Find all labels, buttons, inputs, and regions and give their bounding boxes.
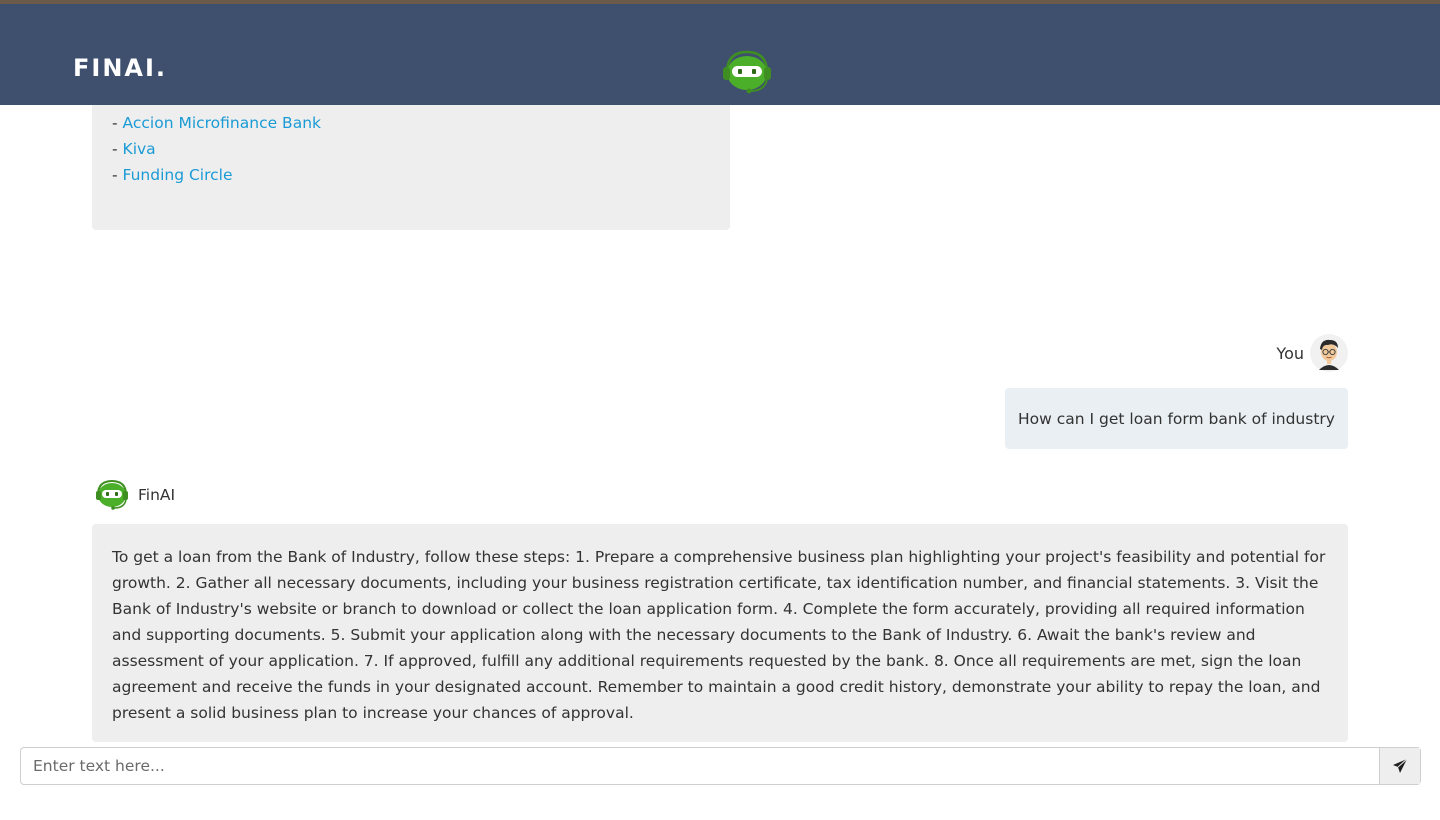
message-input-bar — [20, 747, 1421, 785]
link-funding-circle[interactable]: Funding Circle — [123, 166, 233, 184]
list-item: - Funding Circle — [112, 166, 233, 184]
bot-message: To get a loan from the Bank of Industry,… — [92, 524, 1348, 742]
list-item: - Accion Microfinance Bank — [112, 114, 321, 132]
brand-logo[interactable]: FINAI. — [73, 54, 167, 82]
message-input[interactable] — [21, 748, 1379, 784]
robot-headset-icon — [723, 50, 771, 94]
paper-plane-icon — [1393, 758, 1408, 773]
bot-message-header: FinAI — [92, 478, 175, 512]
bot-name: FinAI — [138, 486, 176, 504]
link-accion[interactable]: Accion Microfinance Bank — [123, 114, 321, 132]
user-message: How can I get loan form bank of industry — [1005, 388, 1348, 449]
app-header: FINAI. — [0, 4, 1440, 105]
user-name: You — [1276, 343, 1304, 363]
user-avatar-icon — [1310, 334, 1348, 372]
link-list: - Accion Microfinance Bank - Kiva - Fund… — [112, 110, 321, 188]
user-message-header: You — [1276, 334, 1348, 372]
send-button[interactable] — [1379, 748, 1420, 784]
list-item: - Kiva — [112, 140, 156, 158]
link-kiva[interactable]: Kiva — [123, 140, 156, 158]
chat-area: - Accion Microfinance Bank - Kiva - Fund… — [0, 0, 1440, 820]
robot-headset-icon — [96, 479, 128, 510]
